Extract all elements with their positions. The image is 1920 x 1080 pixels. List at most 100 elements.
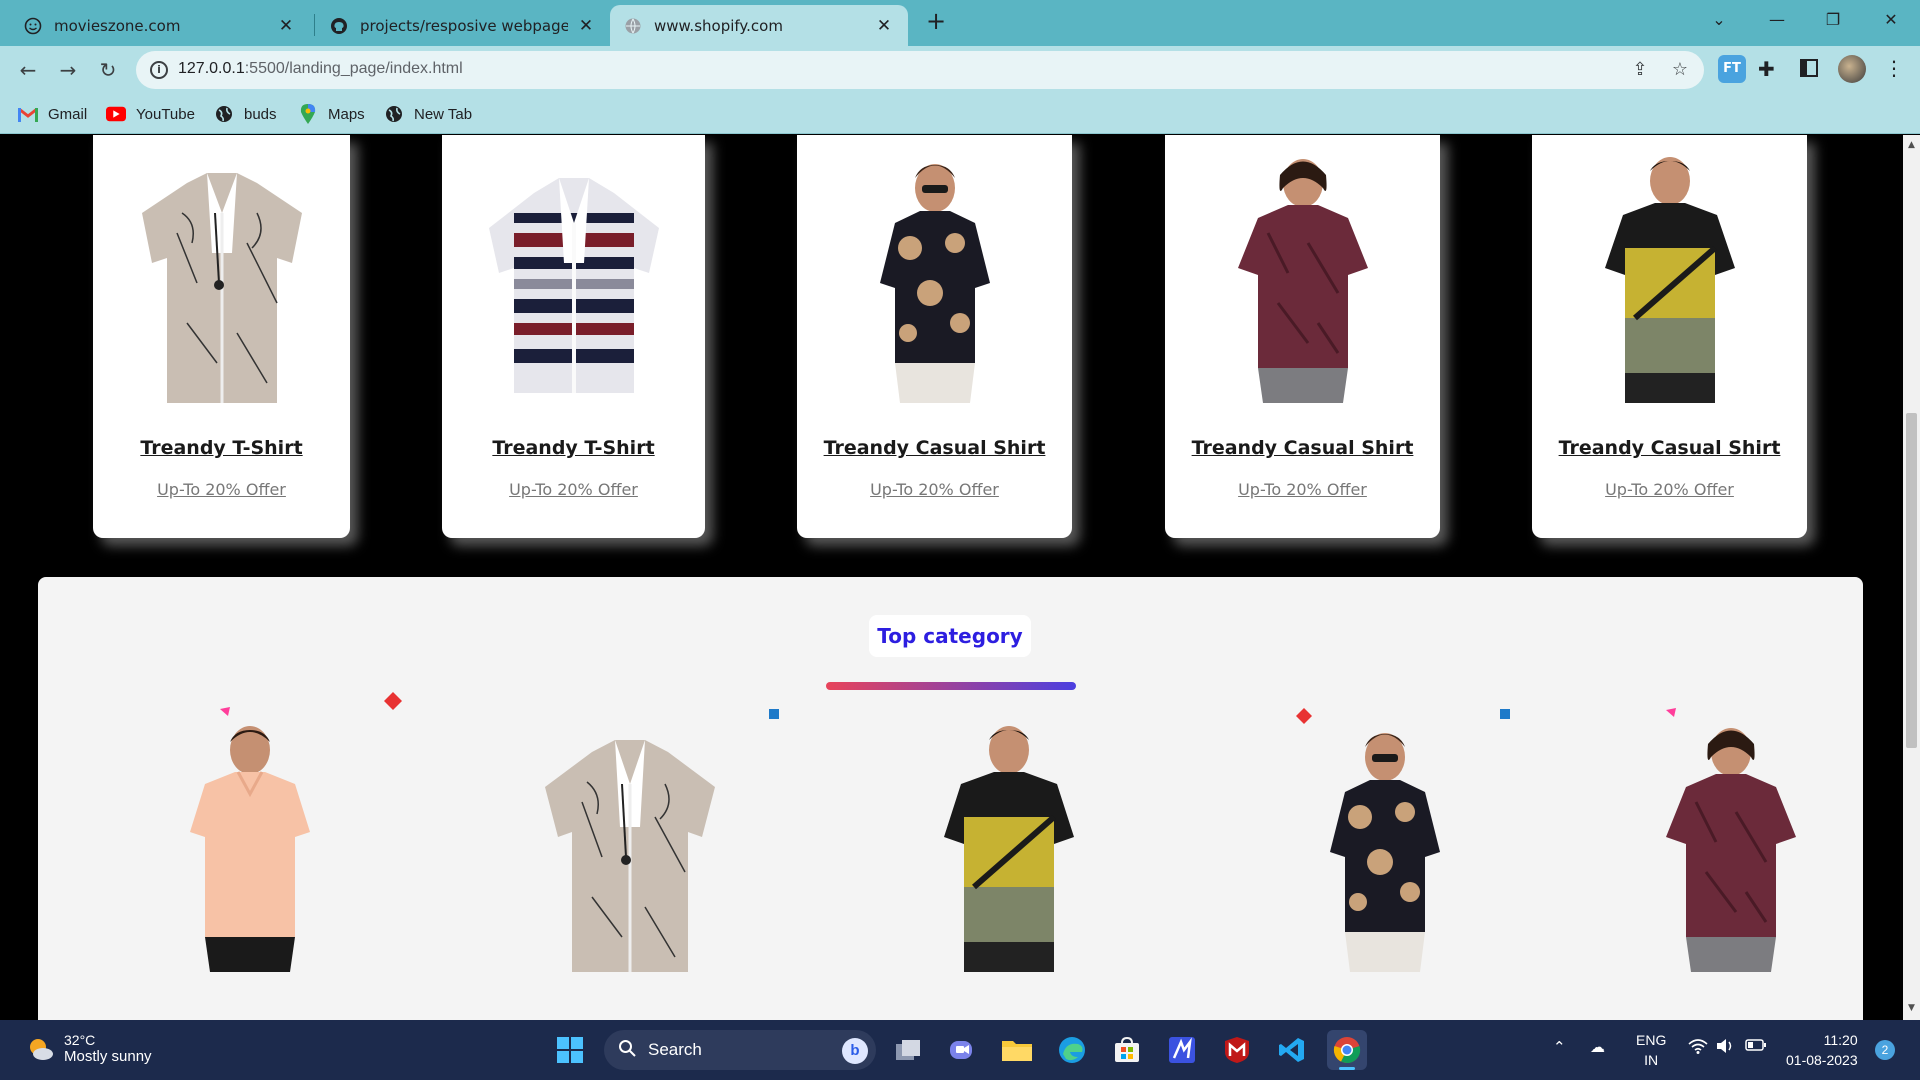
page-scrollbar[interactable]: ▲ ▼ bbox=[1903, 135, 1920, 1020]
edge-browser-icon[interactable] bbox=[1052, 1030, 1092, 1070]
product-name[interactable]: Treandy Casual Shirt bbox=[1532, 437, 1807, 459]
battery-icon[interactable] bbox=[1745, 1038, 1767, 1056]
product-image-floral-shirt-model bbox=[879, 164, 990, 403]
product-card[interactable]: Treandy Casual Shirt Up-To 20% Offer bbox=[797, 135, 1072, 538]
bookmark-star-icon[interactable]: ☆ bbox=[1669, 59, 1691, 81]
minimize-button[interactable]: — bbox=[1752, 0, 1802, 40]
volume-icon[interactable] bbox=[1716, 1038, 1736, 1058]
product-offer-link[interactable]: Up-To 20% Offer bbox=[1532, 480, 1807, 499]
close-window-button[interactable]: ✕ bbox=[1866, 0, 1916, 40]
product-name[interactable]: Treandy Casual Shirt bbox=[1165, 437, 1440, 459]
decor-shape-pink bbox=[220, 707, 230, 716]
system-clock[interactable]: 11:20 01-08-2023 bbox=[1786, 1030, 1858, 1070]
close-tab-icon[interactable]: ✕ bbox=[576, 16, 596, 36]
heading-underline-bar bbox=[826, 682, 1076, 690]
decor-square-blue bbox=[769, 709, 779, 719]
bookmark-label: Maps bbox=[328, 105, 365, 123]
bookmark-maps[interactable]: Maps bbox=[298, 103, 365, 125]
profile-avatar[interactable] bbox=[1838, 55, 1866, 83]
file-explorer-icon[interactable] bbox=[997, 1030, 1037, 1070]
teams-chat-icon[interactable] bbox=[942, 1030, 982, 1070]
scroll-up-arrow-icon[interactable]: ▲ bbox=[1906, 140, 1917, 150]
product-name[interactable]: Treandy T-Shirt bbox=[93, 437, 350, 459]
scrollbar-thumb[interactable] bbox=[1906, 413, 1917, 748]
restore-button[interactable]: ❐ bbox=[1808, 0, 1858, 40]
tab-search-chevron-icon[interactable]: ⌄ bbox=[1694, 0, 1744, 40]
product-card[interactable]: Treandy Casual Shirt Up-To 20% Offer bbox=[1165, 135, 1440, 538]
tab-title: www.shopify.com bbox=[654, 16, 783, 35]
top-category-heading: Top category bbox=[869, 615, 1031, 657]
clock-date: 01-08-2023 bbox=[1786, 1052, 1858, 1068]
category-item-maroon-tshirt[interactable] bbox=[1631, 722, 1831, 972]
scroll-down-arrow-icon[interactable]: ▼ bbox=[1906, 1003, 1917, 1013]
product-offer-link[interactable]: Up-To 20% Offer bbox=[93, 480, 350, 499]
category-item-olive-tshirt[interactable] bbox=[909, 722, 1109, 972]
address-url[interactable]: 127.0.0.1:5500/landing_page/index.html bbox=[178, 60, 463, 78]
weather-temperature: 32°C bbox=[64, 1032, 96, 1048]
product-card[interactable]: Treandy T-Shirt Up-To 20% Offer bbox=[442, 135, 705, 538]
tab-github[interactable]: projects/resposive webpage/inde ✕ bbox=[316, 5, 610, 46]
microsoft-store-icon[interactable] bbox=[1107, 1030, 1147, 1070]
globe-icon bbox=[624, 17, 642, 35]
vscode-icon[interactable] bbox=[1272, 1030, 1312, 1070]
side-panel-icon[interactable] bbox=[1800, 59, 1818, 77]
product-offer-link[interactable]: Up-To 20% Offer bbox=[442, 480, 705, 499]
page-viewport: Treandy T-Shirt Up-To 20% Offer Treandy … bbox=[0, 135, 1903, 1020]
product-offer-link[interactable]: Up-To 20% Offer bbox=[1165, 480, 1440, 499]
bing-icon[interactable]: b bbox=[842, 1038, 868, 1064]
windows-start-icon[interactable] bbox=[550, 1030, 590, 1070]
tab-movieszone[interactable]: movieszone.com ✕ bbox=[10, 5, 310, 46]
forward-button[interactable]: → bbox=[54, 56, 82, 84]
smiley-icon bbox=[24, 17, 42, 35]
url-path: :5500/landing_page/index.html bbox=[244, 60, 463, 77]
product-card[interactable]: Treandy Casual Shirt Up-To 20% Offer bbox=[1532, 135, 1807, 538]
tab-shopify[interactable]: www.shopify.com ✕ bbox=[610, 5, 908, 46]
category-item-printed-shirt[interactable] bbox=[530, 722, 730, 972]
input-language-indicator[interactable]: ENG IN bbox=[1636, 1030, 1666, 1070]
onedrive-offline-icon[interactable]: ☁ bbox=[1590, 1038, 1605, 1056]
dev-app-icon[interactable] bbox=[1162, 1030, 1202, 1070]
bookmark-gmail[interactable]: Gmail bbox=[18, 103, 87, 125]
product-name[interactable]: Treandy Casual Shirt bbox=[797, 437, 1072, 459]
extension-ft-icon[interactable]: FT bbox=[1718, 55, 1746, 83]
address-bar[interactable]: i 127.0.0.1:5500/landing_page/index.html… bbox=[136, 51, 1704, 89]
site-info-icon[interactable]: i bbox=[150, 61, 168, 79]
notification-badge[interactable]: 2 bbox=[1875, 1040, 1895, 1060]
weather-widget[interactable]: 32°C Mostly sunny bbox=[26, 1032, 152, 1065]
decor-square-blue bbox=[1500, 709, 1510, 719]
new-tab-button[interactable]: + bbox=[922, 8, 950, 36]
bookmark-youtube[interactable]: YouTube bbox=[106, 103, 195, 125]
mcafee-icon[interactable] bbox=[1217, 1030, 1257, 1070]
bookmarks-bar: Gmail YouTube buds Maps New Tab bbox=[0, 94, 1920, 134]
close-tab-icon[interactable]: ✕ bbox=[874, 16, 894, 36]
bookmark-label: YouTube bbox=[136, 105, 195, 123]
close-tab-icon[interactable]: ✕ bbox=[276, 16, 296, 36]
reload-button[interactable]: ↻ bbox=[94, 56, 122, 84]
decor-shape-pink bbox=[1666, 708, 1676, 717]
product-card[interactable]: Treandy T-Shirt Up-To 20% Offer bbox=[93, 135, 350, 538]
bookmark-buds[interactable]: buds bbox=[214, 103, 277, 125]
language-code: ENG bbox=[1636, 1032, 1667, 1048]
github-icon bbox=[330, 17, 348, 35]
search-icon bbox=[618, 1039, 636, 1062]
extensions-puzzle-icon[interactable]: ✚ bbox=[1758, 57, 1775, 81]
product-offer-link[interactable]: Up-To 20% Offer bbox=[797, 480, 1072, 499]
maps-icon bbox=[298, 104, 318, 124]
chrome-icon[interactable] bbox=[1327, 1030, 1367, 1070]
product-image-maroon-tshirt-model bbox=[1237, 159, 1368, 403]
back-button[interactable]: ← bbox=[14, 56, 42, 84]
task-view-icon[interactable] bbox=[888, 1030, 928, 1070]
category-item-floral-shirt[interactable] bbox=[1285, 722, 1485, 972]
clock-time: 11:20 bbox=[1823, 1032, 1858, 1048]
taskbar-search-box[interactable]: Search b bbox=[604, 1030, 876, 1070]
share-icon[interactable]: ⇪ bbox=[1629, 59, 1651, 81]
wifi-icon[interactable] bbox=[1688, 1038, 1708, 1058]
menu-kebab-icon[interactable]: ⋮ bbox=[1884, 56, 1904, 80]
product-name[interactable]: Treandy T-Shirt bbox=[442, 437, 705, 459]
bookmark-new-tab[interactable]: New Tab bbox=[384, 103, 472, 125]
product-image-olive-tshirt-model bbox=[1604, 157, 1735, 403]
decor-diamond-red bbox=[384, 692, 402, 710]
show-hidden-icons-chevron-icon[interactable]: ⌃ bbox=[1553, 1038, 1566, 1056]
category-item-peach-polo[interactable] bbox=[150, 722, 350, 972]
tab-divider bbox=[314, 14, 315, 36]
